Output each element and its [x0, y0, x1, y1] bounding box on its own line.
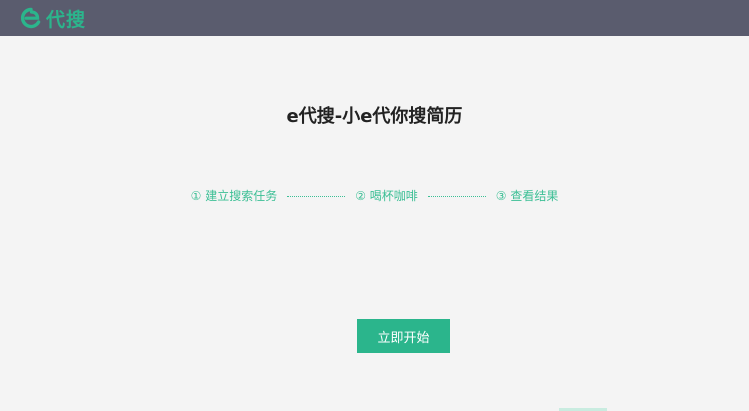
steps-progress: ① 建立搜索任务 ② 喝杯咖啡 ③ 查看结果 — [0, 187, 749, 204]
page-title: e代搜-小e代你搜简历 — [286, 106, 463, 127]
step-create-task: ① 建立搜索任务 — [190, 189, 278, 203]
step-view-results: ③ 查看结果 — [495, 189, 559, 203]
top-bar: 代搜 — [0, 0, 749, 36]
logo-text: 代搜 — [46, 8, 87, 31]
logo[interactable]: 代搜 — [20, 0, 86, 36]
step-divider — [427, 196, 486, 197]
e-logo-icon — [20, 7, 42, 29]
step-have-coffee: ② 喝杯咖啡 — [355, 189, 418, 203]
main-content: e代搜-小e代你搜简历 ① 建立搜索任务 ② 喝杯咖啡 ③ 查看结果 立即开始 — [0, 36, 749, 411]
start-now-button[interactable]: 立即开始 — [357, 319, 450, 353]
step-divider — [287, 196, 346, 197]
